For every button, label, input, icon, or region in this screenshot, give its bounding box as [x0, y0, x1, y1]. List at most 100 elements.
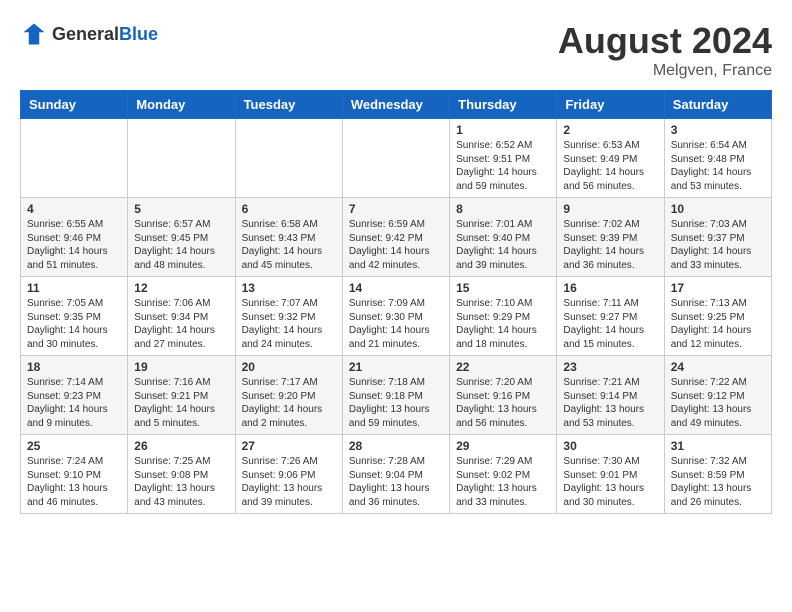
day-number: 22 [456, 360, 550, 374]
day-number: 7 [349, 202, 443, 216]
day-info: Sunrise: 7:25 AM Sunset: 9:08 PM Dayligh… [134, 455, 228, 509]
weekday-header-sunday: Sunday [21, 91, 128, 119]
day-info: Sunrise: 7:10 AM Sunset: 9:29 PM Dayligh… [456, 297, 550, 351]
day-info: Sunrise: 7:11 AM Sunset: 9:27 PM Dayligh… [563, 297, 657, 351]
empty-cell [235, 119, 342, 198]
day-info: Sunrise: 7:30 AM Sunset: 9:01 PM Dayligh… [563, 455, 657, 509]
day-number: 5 [134, 202, 228, 216]
empty-cell [342, 119, 449, 198]
day-cell-26: 26Sunrise: 7:25 AM Sunset: 9:08 PM Dayli… [128, 435, 235, 514]
day-number: 6 [242, 202, 336, 216]
location-subtitle: Melgven, France [558, 62, 772, 80]
day-number: 30 [563, 439, 657, 453]
day-cell-19: 19 Sunrise: 7:16 AM Sunset: 9:21 PM Dayli… [128, 356, 235, 435]
page-header: GeneralBlue August 2024 Melgven, France [20, 20, 772, 80]
day-cell-31: 31 Sunrise: 7:32 AM Sunset: 8:59 PM Dayli… [664, 435, 771, 514]
day-cell-15: 15 Sunrise: 7:10 AM Sunset: 9:29 PM Dayli… [450, 277, 557, 356]
day-info: Sunrise: 7:28 AM Sunset: 9:04 PM Dayligh… [349, 455, 443, 509]
day-cell-8: 8 Sunrise: 7:01 AM Sunset: 9:40 PM Daylig… [450, 198, 557, 277]
day-info: Sunrise: 6:58 AM Sunset: 9:43 PM Dayligh… [242, 218, 336, 272]
day-cell-2: 2 Sunrise: 6:53 AM Sunset: 9:49 PM Daylig… [557, 119, 664, 198]
day-info: Sunrise: 6:57 AM Sunset: 9:45 PM Dayligh… [134, 218, 228, 272]
day-info: Sunrise: 6:54 AM Sunset: 9:48 PM Dayligh… [671, 139, 765, 193]
title-block: August 2024 Melgven, France [558, 20, 772, 80]
day-info: Sunrise: 6:55 AM Sunset: 9:46 PM Dayligh… [27, 218, 121, 272]
day-cell-29: 29Sunrise: 7:29 AM Sunset: 9:02 PM Dayli… [450, 435, 557, 514]
day-info: Sunrise: 6:52 AM Sunset: 9:51 PM Dayligh… [456, 139, 550, 193]
day-number: 11 [27, 281, 121, 295]
day-number: 8 [456, 202, 550, 216]
day-info: Sunrise: 7:20 AM Sunset: 9:16 PM Dayligh… [456, 376, 550, 430]
day-number: 20 [242, 360, 336, 374]
day-info: Sunrise: 7:29 AM Sunset: 9:02 PM Dayligh… [456, 455, 550, 509]
day-info: Sunrise: 7:06 AM Sunset: 9:34 PM Dayligh… [134, 297, 228, 351]
week-row-1: 1Sunrise: 6:52 AM Sunset: 9:51 PM Daylig… [21, 119, 772, 198]
day-number: 17 [671, 281, 765, 295]
day-number: 28 [349, 439, 443, 453]
day-info: Sunrise: 7:01 AM Sunset: 9:40 PM Dayligh… [456, 218, 550, 272]
day-cell-24: 24 Sunrise: 7:22 AM Sunset: 9:12 PM Dayli… [664, 356, 771, 435]
day-cell-25: 25Sunrise: 7:24 AM Sunset: 9:10 PM Dayli… [21, 435, 128, 514]
day-cell-12: 12 Sunrise: 7:06 AM Sunset: 9:34 PM Dayli… [128, 277, 235, 356]
day-number: 9 [563, 202, 657, 216]
day-cell-21: 21Sunrise: 7:18 AM Sunset: 9:18 PM Dayli… [342, 356, 449, 435]
day-number: 16 [563, 281, 657, 295]
week-row-3: 11 Sunrise: 7:05 AM Sunset: 9:35 PM Dayli… [21, 277, 772, 356]
weekday-header-wednesday: Wednesday [342, 91, 449, 119]
day-number: 4 [27, 202, 121, 216]
day-cell-10: 10Sunrise: 7:03 AM Sunset: 9:37 PM Dayli… [664, 198, 771, 277]
day-cell-1: 1Sunrise: 6:52 AM Sunset: 9:51 PM Daylig… [450, 119, 557, 198]
day-cell-30: 30 Sunrise: 7:30 AM Sunset: 9:01 PM Dayli… [557, 435, 664, 514]
month-year-title: August 2024 [558, 20, 772, 62]
logo-text: GeneralBlue [52, 24, 158, 45]
day-info: Sunrise: 7:16 AM Sunset: 9:21 PM Dayligh… [134, 376, 228, 430]
day-cell-7: 7 Sunrise: 6:59 AM Sunset: 9:42 PM Daylig… [342, 198, 449, 277]
day-info: Sunrise: 7:32 AM Sunset: 8:59 PM Dayligh… [671, 455, 765, 509]
day-number: 19 [134, 360, 228, 374]
day-cell-16: 16 Sunrise: 7:11 AM Sunset: 9:27 PM Dayli… [557, 277, 664, 356]
day-number: 24 [671, 360, 765, 374]
day-info: Sunrise: 7:26 AM Sunset: 9:06 PM Dayligh… [242, 455, 336, 509]
day-info: Sunrise: 7:21 AM Sunset: 9:14 PM Dayligh… [563, 376, 657, 430]
logo-general: General [52, 24, 119, 44]
day-info: Sunrise: 7:18 AM Sunset: 9:18 PM Dayligh… [349, 376, 443, 430]
day-cell-28: 28 Sunrise: 7:28 AM Sunset: 9:04 PM Dayli… [342, 435, 449, 514]
day-number: 31 [671, 439, 765, 453]
day-info: Sunrise: 7:02 AM Sunset: 9:39 PM Dayligh… [563, 218, 657, 272]
day-info: Sunrise: 7:03 AM Sunset: 9:37 PM Dayligh… [671, 218, 765, 272]
weekday-header-monday: Monday [128, 91, 235, 119]
weekday-header-row: SundayMondayTuesdayWednesdayThursdayFrid… [21, 91, 772, 119]
day-number: 15 [456, 281, 550, 295]
week-row-5: 25Sunrise: 7:24 AM Sunset: 9:10 PM Dayli… [21, 435, 772, 514]
logo: GeneralBlue [20, 20, 158, 48]
day-info: Sunrise: 7:14 AM Sunset: 9:23 PM Dayligh… [27, 376, 121, 430]
day-info: Sunrise: 6:59 AM Sunset: 9:42 PM Dayligh… [349, 218, 443, 272]
empty-cell [21, 119, 128, 198]
day-number: 12 [134, 281, 228, 295]
logo-icon [20, 20, 48, 48]
day-cell-9: 9 Sunrise: 7:02 AM Sunset: 9:39 PM Daylig… [557, 198, 664, 277]
day-cell-11: 11 Sunrise: 7:05 AM Sunset: 9:35 PM Dayli… [21, 277, 128, 356]
day-cell-4: 4 Sunrise: 6:55 AM Sunset: 9:46 PM Daylig… [21, 198, 128, 277]
day-number: 23 [563, 360, 657, 374]
day-cell-5: 5 Sunrise: 6:57 AM Sunset: 9:45 PM Daylig… [128, 198, 235, 277]
day-cell-18: 18 Sunrise: 7:14 AM Sunset: 9:23 PM Dayli… [21, 356, 128, 435]
day-cell-23: 23 Sunrise: 7:21 AM Sunset: 9:14 PM Dayli… [557, 356, 664, 435]
day-cell-17: 17Sunrise: 7:13 AM Sunset: 9:25 PM Dayli… [664, 277, 771, 356]
day-info: Sunrise: 7:22 AM Sunset: 9:12 PM Dayligh… [671, 376, 765, 430]
week-row-2: 4 Sunrise: 6:55 AM Sunset: 9:46 PM Daylig… [21, 198, 772, 277]
day-number: 18 [27, 360, 121, 374]
day-cell-14: 14Sunrise: 7:09 AM Sunset: 9:30 PM Dayli… [342, 277, 449, 356]
day-number: 2 [563, 123, 657, 137]
day-cell-22: 22 Sunrise: 7:20 AM Sunset: 9:16 PM Dayli… [450, 356, 557, 435]
day-info: Sunrise: 7:09 AM Sunset: 9:30 PM Dayligh… [349, 297, 443, 351]
day-number: 25 [27, 439, 121, 453]
weekday-header-thursday: Thursday [450, 91, 557, 119]
day-cell-20: 20Sunrise: 7:17 AM Sunset: 9:20 PM Dayli… [235, 356, 342, 435]
week-row-4: 18 Sunrise: 7:14 AM Sunset: 9:23 PM Dayli… [21, 356, 772, 435]
day-number: 13 [242, 281, 336, 295]
day-info: Sunrise: 7:05 AM Sunset: 9:35 PM Dayligh… [27, 297, 121, 351]
day-cell-13: 13Sunrise: 7:07 AM Sunset: 9:32 PM Dayli… [235, 277, 342, 356]
day-info: Sunrise: 6:53 AM Sunset: 9:49 PM Dayligh… [563, 139, 657, 193]
weekday-header-tuesday: Tuesday [235, 91, 342, 119]
